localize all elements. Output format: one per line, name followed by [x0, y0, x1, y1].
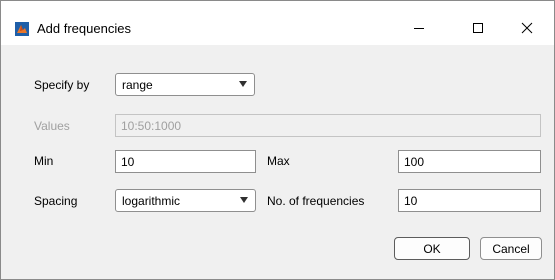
- matlab-icon: [15, 22, 29, 36]
- ok-button[interactable]: OK: [394, 237, 470, 260]
- chevron-down-icon: [239, 81, 247, 87]
- min-value: 10: [121, 154, 135, 169]
- min-label: Min: [34, 154, 54, 168]
- maximize-icon: [473, 23, 483, 33]
- values-field: 10:50:1000: [115, 114, 541, 137]
- close-button[interactable]: [507, 15, 547, 41]
- num-frequencies-value: 10: [404, 193, 418, 208]
- close-icon: [521, 22, 533, 34]
- values-value: 10:50:1000: [121, 118, 182, 133]
- max-field[interactable]: 100: [398, 150, 541, 173]
- dialog-content: Specify by range Values 10:50:1000 Min 1…: [1, 46, 554, 279]
- chevron-down-icon: [240, 197, 248, 203]
- cancel-button[interactable]: Cancel: [480, 237, 542, 260]
- spacing-dropdown[interactable]: logarithmic: [115, 189, 256, 212]
- minimize-icon: [414, 28, 424, 29]
- specify-by-dropdown[interactable]: range: [115, 73, 255, 96]
- dialog-window: Add frequencies Specify by range Values …: [0, 0, 555, 280]
- specify-by-value: range: [122, 77, 153, 92]
- spacing-value: logarithmic: [122, 193, 181, 208]
- window-title: Add frequencies: [37, 21, 131, 36]
- values-label: Values: [34, 119, 70, 133]
- min-field[interactable]: 10: [115, 150, 256, 173]
- maximize-button[interactable]: [458, 15, 498, 41]
- minimize-button[interactable]: [399, 15, 439, 41]
- title-bar: Add frequencies: [1, 1, 554, 45]
- num-frequencies-field[interactable]: 10: [398, 189, 541, 212]
- max-label: Max: [267, 154, 290, 168]
- num-frequencies-label: No. of frequencies: [267, 194, 365, 208]
- specify-by-label: Specify by: [34, 78, 90, 92]
- spacing-label: Spacing: [34, 194, 78, 208]
- max-value: 100: [404, 154, 425, 169]
